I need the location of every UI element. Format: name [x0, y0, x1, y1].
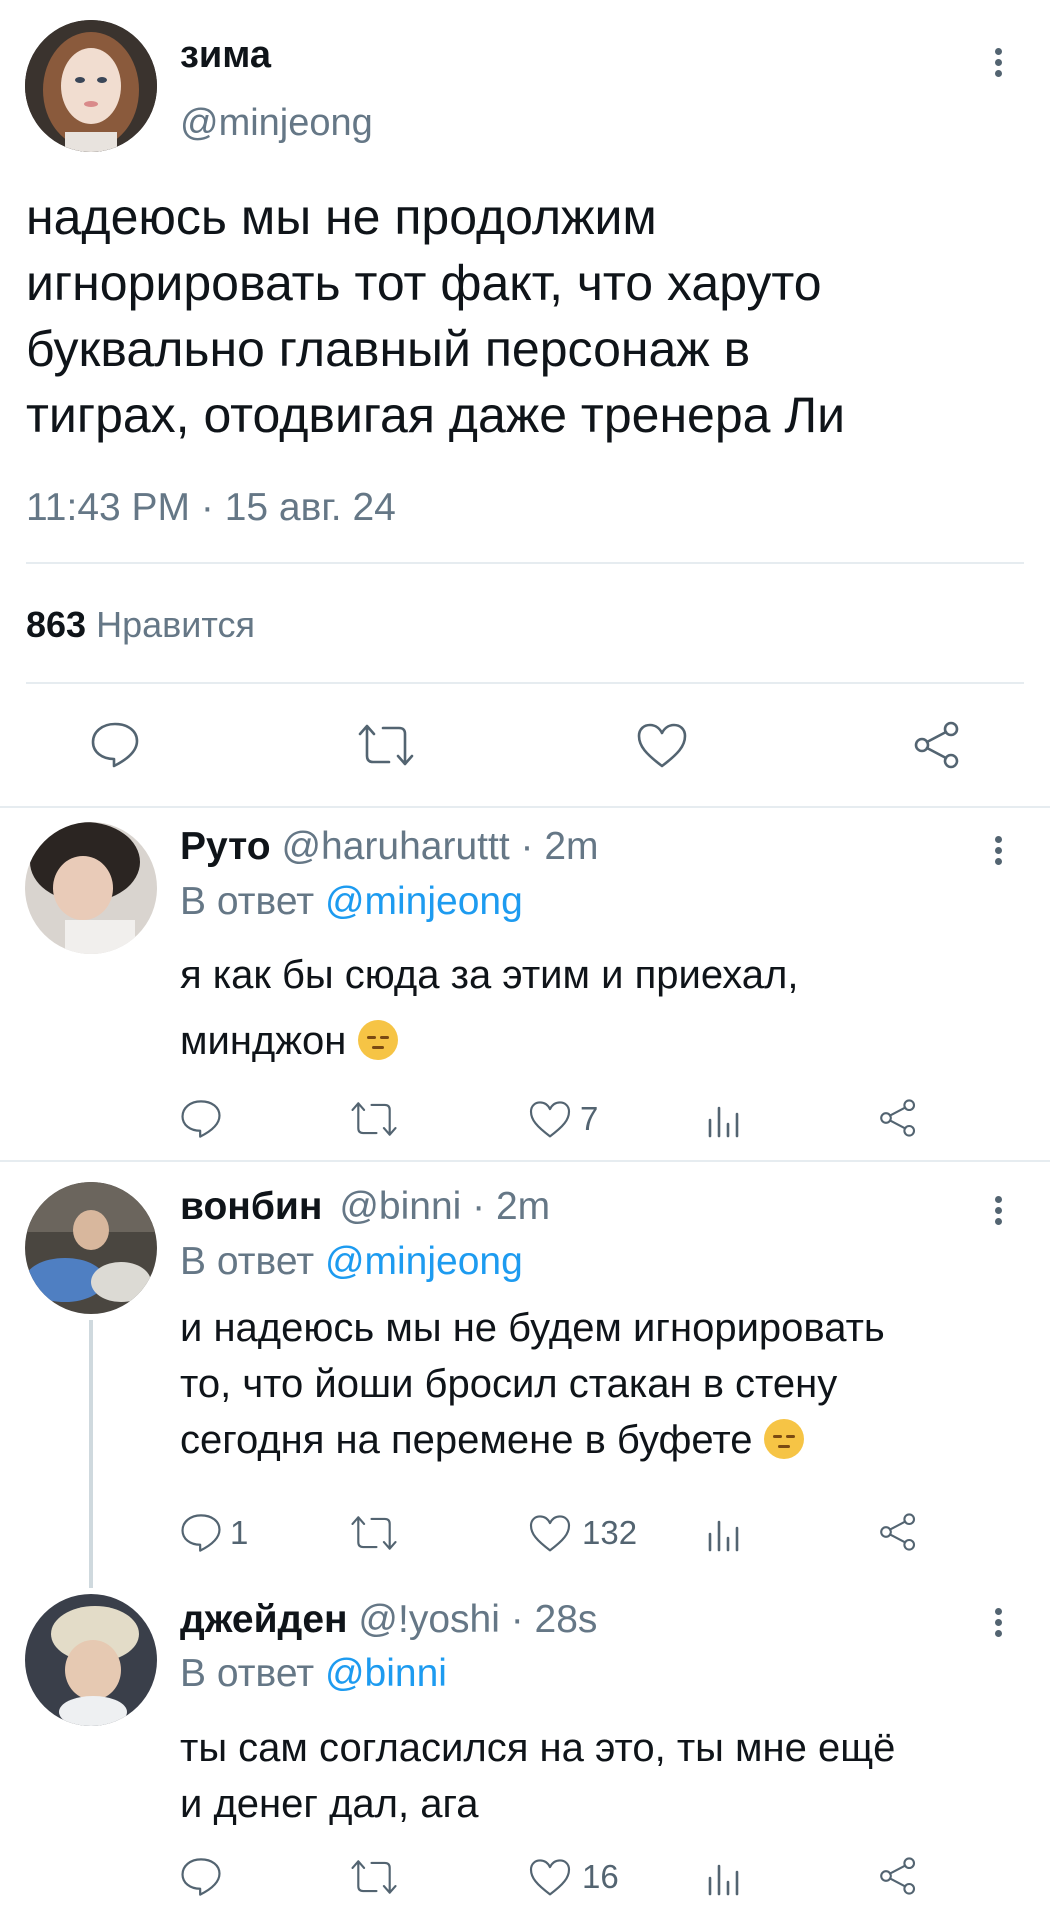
share-icon[interactable] — [878, 1856, 918, 1896]
reply-header: вонбин @binni · 2m — [180, 1185, 550, 1229]
more-options-icon[interactable] — [993, 1196, 1003, 1229]
portrait-image — [25, 822, 157, 954]
like-icon[interactable] — [528, 1100, 572, 1138]
reply-text-line: и денег дал, ага — [180, 1782, 479, 1826]
tweet-timestamp[interactable]: 11:43 PM · 15 авг. 24 — [26, 486, 396, 530]
retweet-icon[interactable] — [350, 1100, 398, 1138]
reply-context-label: В ответ — [180, 1652, 315, 1695]
reply-author-handle[interactable]: @!yoshi — [358, 1598, 499, 1641]
likes-stat[interactable]: 863 Нравится — [26, 604, 255, 646]
reply-context: В ответ @minjeong — [180, 1240, 523, 1284]
portrait-image — [25, 20, 157, 152]
author-handle[interactable]: @minjeong — [180, 102, 373, 145]
divider — [26, 682, 1024, 684]
reply-context: В ответ @minjeong — [180, 880, 523, 924]
reply-header: джейден @!yoshi · 28s — [180, 1598, 597, 1642]
reply-context-label: В ответ — [180, 880, 315, 923]
share-icon[interactable] — [912, 720, 962, 770]
portrait-image — [25, 1594, 157, 1726]
reply-icon[interactable] — [90, 720, 140, 770]
share-icon[interactable] — [878, 1512, 918, 1552]
divider — [26, 562, 1024, 564]
author-name[interactable]: зима — [180, 34, 271, 77]
tweet-text-line: тиграх, отодвигая даже тренера Ли — [26, 387, 846, 443]
reply-text: я как бы сюда за этим и приехал, минджон — [180, 942, 798, 1074]
retweet-icon[interactable] — [350, 1858, 398, 1896]
tweet-text-line: буквально главный персонаж в — [26, 321, 751, 377]
reply-context-label: В ответ — [180, 1240, 315, 1283]
thread-line — [89, 1320, 93, 1588]
reply-age: · 2m — [520, 825, 599, 868]
reply-text-line: и надеюсь мы не будем игнорировать — [180, 1306, 885, 1350]
more-options-icon[interactable] — [993, 1608, 1003, 1641]
reply-mention-link[interactable]: @binni — [325, 1652, 447, 1695]
like-icon[interactable] — [528, 1858, 572, 1896]
reply-author-name[interactable]: джейден — [180, 1598, 348, 1641]
divider — [0, 806, 1050, 808]
tweet-text: надеюсь мы не продолжим игнорировать тот… — [26, 184, 1036, 448]
divider — [0, 1160, 1050, 1162]
sleeping-face-emoji — [763, 1419, 804, 1459]
views-icon[interactable] — [706, 1514, 742, 1552]
more-options-icon[interactable] — [993, 48, 1003, 81]
like-count: 7 — [580, 1100, 599, 1137]
reply-age: · 28s — [510, 1598, 598, 1641]
reply-icon[interactable] — [180, 1512, 222, 1554]
reply-icon[interactable] — [180, 1856, 222, 1898]
reply-mention-link[interactable]: @minjeong — [325, 1240, 523, 1283]
likes-label: Нравится — [96, 604, 255, 645]
more-options-icon[interactable] — [993, 836, 1003, 869]
reply-count: 1 — [230, 1514, 249, 1551]
reply-text-line: я как бы сюда за этим и приехал, — [180, 953, 799, 997]
share-icon[interactable] — [878, 1098, 918, 1138]
views-icon[interactable] — [706, 1858, 742, 1896]
retweet-icon[interactable] — [357, 722, 415, 768]
reply-age: · 2m — [472, 1185, 551, 1228]
reply-text-line: сегодня на перемене в буфете — [180, 1418, 753, 1462]
reply-text-line: то, что йоши бросил стакан в стену — [180, 1362, 838, 1406]
reply-header: Руто @haruharuttt · 2m — [180, 825, 599, 869]
reply-icon[interactable] — [180, 1098, 222, 1140]
reply-text-line: минджон — [180, 1019, 347, 1063]
reply-context: В ответ @binni — [180, 1652, 447, 1696]
reply-avatar[interactable] — [25, 822, 157, 954]
reply-author-name[interactable]: Руто — [180, 825, 271, 868]
reply-text: и надеюсь мы не будем игнорировать то, ч… — [180, 1300, 885, 1468]
like-count: 132 — [582, 1514, 638, 1551]
drooling-face-emoji — [357, 1020, 398, 1060]
reply-mention-link[interactable]: @minjeong — [325, 880, 523, 923]
likes-count: 863 — [26, 604, 87, 645]
like-icon[interactable] — [636, 722, 688, 768]
reply-author-handle[interactable]: @binni — [339, 1185, 461, 1228]
reply-text-line: ты сам согласился на это, ты мне ещё — [180, 1726, 896, 1770]
author-avatar[interactable] — [25, 20, 157, 152]
reply-avatar[interactable] — [25, 1182, 157, 1314]
reply-avatar[interactable] — [25, 1594, 157, 1726]
portrait-image — [25, 1182, 157, 1314]
views-icon[interactable] — [706, 1100, 742, 1138]
tweet-text-line: игнорировать тот факт, что харуто — [26, 255, 822, 311]
reply-author-handle[interactable]: @haruharuttt — [281, 825, 509, 868]
like-count: 16 — [582, 1858, 619, 1895]
like-icon[interactable] — [528, 1514, 572, 1552]
retweet-icon[interactable] — [350, 1514, 398, 1552]
reply-text: ты сам согласился на это, ты мне ещё и д… — [180, 1720, 895, 1832]
tweet-text-line: надеюсь мы не продолжим — [26, 189, 657, 245]
reply-author-name[interactable]: вонбин — [180, 1185, 322, 1228]
